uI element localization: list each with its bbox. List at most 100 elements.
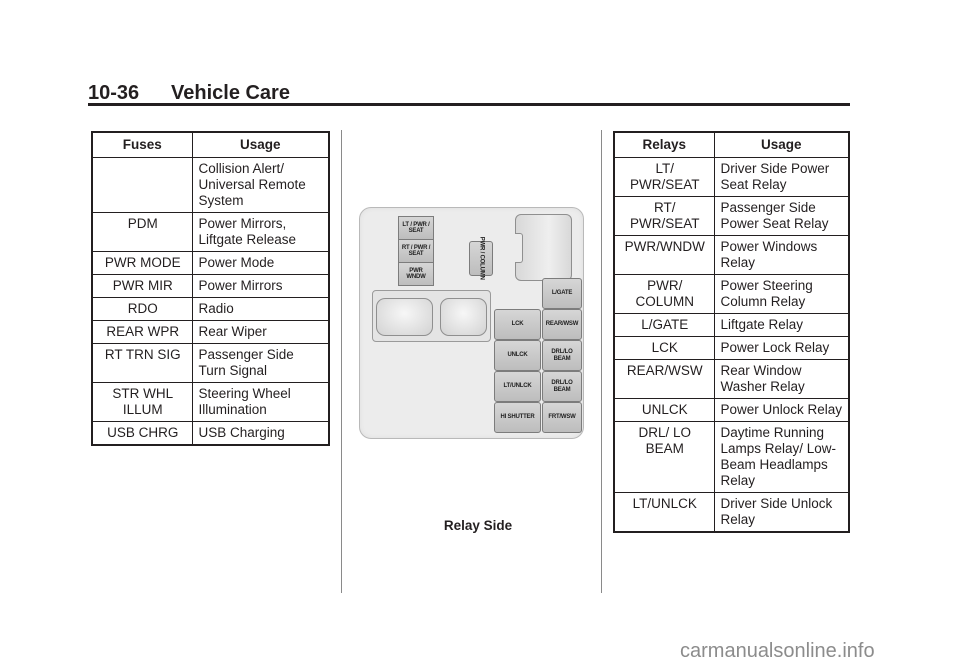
fuse-code: RDO: [91, 297, 193, 321]
watermark: carmanualsonline.info: [680, 640, 875, 662]
relay-lt-pwr-seat: LT / PWR / SEAT: [398, 216, 434, 240]
table-row: RT/ PWR/SEAT Passenger Side Power Seat Re…: [613, 196, 850, 236]
relay-code: PWR/ COLUMN: [613, 274, 715, 314]
relay-rear-wsw: REAR/WSW: [542, 309, 582, 340]
relay-usage: Power Windows Relay: [713, 235, 850, 275]
column-header: Fuses: [91, 131, 193, 158]
relay-usage: Driver Side Power Seat Relay: [713, 157, 850, 197]
fuse-usage: Steering Wheel Illumination: [191, 382, 330, 422]
table-row: PWR MODE Power Mode: [91, 251, 330, 275]
table-header-row: Fuses Usage: [91, 131, 330, 158]
column-divider-right: [601, 130, 602, 593]
relay-unlck: UNLCK: [494, 340, 541, 371]
relay-label: FRT/WSW: [548, 414, 576, 421]
table-row: REAR/WSW Rear Window Washer Relay: [613, 359, 850, 399]
fuse-usage: Power Mode: [191, 251, 330, 275]
fuse-code: USB CHRG: [91, 421, 193, 446]
column-divider-left: [341, 130, 342, 593]
table-row: LCK Power Lock Relay: [613, 336, 850, 360]
relay-usage: Power Lock Relay: [713, 336, 850, 360]
fuse-usage: Radio: [191, 297, 330, 321]
table-row: LT/UNLCK Driver Side Unlock Relay: [613, 492, 850, 533]
relay-usage: Driver Side Unlock Relay: [713, 492, 850, 533]
fuse-usage: USB Charging: [191, 421, 330, 446]
relay-code: PWR/WNDW: [613, 235, 715, 275]
relay-rt-pwr-seat: RT / PWR / SEAT: [398, 239, 434, 263]
table-row: PWR/ COLUMN Power Steering Column Relay: [613, 274, 850, 314]
table-row: PDM Power Mirrors, Liftgate Release: [91, 212, 330, 252]
table-row: RDO Radio: [91, 297, 330, 321]
column-header: Relays: [613, 131, 715, 158]
relay-label: UNLCK: [507, 352, 528, 359]
relay-label: PWR WNDW: [406, 267, 426, 281]
relay-pwr-wndw: PWR WNDW: [398, 262, 434, 286]
relay-code: LCK: [613, 336, 715, 360]
column-header: Usage: [191, 131, 330, 158]
relay-pwr-column: PWR / COLUMN: [469, 237, 493, 280]
table-header-row: Relays Usage: [613, 131, 850, 158]
fuse-usage: Power Mirrors: [191, 274, 330, 298]
fuse-usage: Passenger Side Turn Signal: [191, 343, 330, 383]
relay-usage: Liftgate Relay: [713, 313, 850, 337]
table-row: STR WHL ILLUM Steering Wheel Illumination: [91, 382, 330, 422]
relays-table: Relays Usage LT/ PWR/SEAT Driver Side Pow…: [613, 131, 850, 533]
table-row: LT/ PWR/SEAT Driver Side Power Seat Relay: [613, 157, 850, 197]
relay-usage: Passenger Side Power Seat Relay: [713, 196, 850, 236]
table-row: REAR WPR Rear Wiper: [91, 320, 330, 344]
relay-code: RT/ PWR/SEAT: [613, 196, 715, 236]
table-row: PWR/WNDW Power Windows Relay: [613, 235, 850, 275]
fuse-usage: Rear Wiper: [191, 320, 330, 344]
relay-label: LT / PWR / SEAT: [402, 221, 430, 235]
fuse-code: PWR MIR: [91, 274, 193, 298]
relay-usage: Power Steering Column Relay: [713, 274, 850, 314]
relay-drl-lo-beam-2: DRL/LO BEAM: [542, 371, 582, 402]
relay-label: LT/UNLCK: [503, 383, 532, 390]
diagram-caption: Relay Side: [443, 518, 513, 533]
table-row: Collision Alert/ Universal Remote System: [91, 157, 330, 213]
relay-code: LT/UNLCK: [613, 492, 715, 533]
table-row: USB CHRG USB Charging: [91, 421, 330, 446]
page-number: 10-36: [88, 82, 140, 104]
relay-label: REAR/WSW: [545, 321, 579, 328]
relay-label: DRL/LO BEAM: [551, 380, 573, 393]
relay-code: L/GATE: [613, 313, 715, 337]
connector-frame: [372, 290, 491, 342]
table-row: DRL/ LO BEAM Daytime Running Lamps Relay/…: [613, 421, 850, 493]
fuses-table: Fuses Usage Collision Alert/ Universal R…: [91, 131, 330, 446]
relay-hi-shutter: HI SHUTTER: [494, 402, 541, 433]
relay-code: UNLCK: [613, 398, 715, 422]
fuse-usage: Collision Alert/ Universal Remote System: [191, 157, 330, 213]
relay-label: HI SHUTTER: [500, 414, 535, 421]
column-header: Usage: [713, 131, 850, 158]
connector-left: [376, 298, 433, 336]
relay-lck: LCK: [494, 309, 541, 340]
fuse-code: RT TRN SIG: [91, 343, 193, 383]
relay-label: DRL/LO BEAM: [551, 349, 573, 362]
relay-label: L/GATE: [551, 290, 573, 297]
fuse-usage: Power Mirrors, Liftgate Release: [191, 212, 330, 252]
fuse-code: STR WHL ILLUM: [91, 382, 193, 422]
fuse-code: REAR WPR: [91, 320, 193, 344]
relay-label: PWR / COLUMN: [478, 237, 485, 280]
relay-frt-wsw: FRT/WSW: [542, 402, 582, 433]
fuse-code: PDM: [91, 212, 193, 252]
table-row: UNLCK Power Unlock Relay: [613, 398, 850, 422]
relay-lt-unlck: LT/UNLCK: [494, 371, 541, 402]
relay-usage: Power Unlock Relay: [713, 398, 850, 422]
relay-drl-lo-beam-1: DRL/LO BEAM: [542, 340, 582, 371]
relay-usage: Rear Window Washer Relay: [713, 359, 850, 399]
relay-usage: Daytime Running Lamps Relay/ Low-Beam He…: [713, 421, 850, 493]
relay-label: RT / PWR / SEAT: [401, 244, 431, 258]
table-row: PWR MIR Power Mirrors: [91, 274, 330, 298]
table-row: L/GATE Liftgate Relay: [613, 313, 850, 337]
relay-code: DRL/ LO BEAM: [613, 421, 715, 493]
connector-right: [440, 298, 487, 336]
relay-code: LT/ PWR/SEAT: [613, 157, 715, 197]
fuse-code: PWR MODE: [91, 251, 193, 275]
table-row: RT TRN SIG Passenger Side Turn Signal: [91, 343, 330, 383]
large-connector: [515, 214, 572, 281]
relay-code: REAR/WSW: [613, 359, 715, 399]
relay-l-gate: L/GATE: [542, 278, 582, 309]
relay-side-diagram: LT / PWR / SEAT RT / PWR / SEAT PWR WNDW…: [359, 207, 584, 439]
fuse-code: [91, 157, 193, 213]
